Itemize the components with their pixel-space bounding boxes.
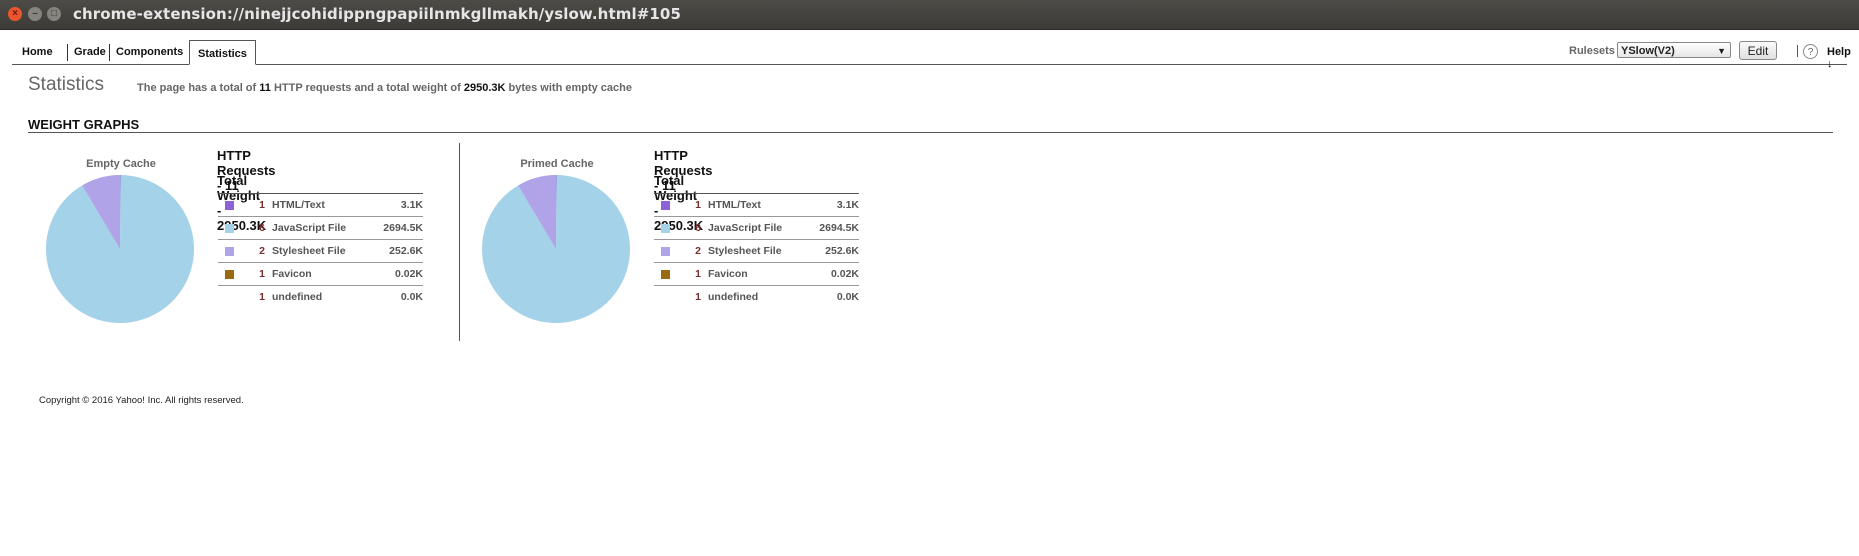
row-size: 3.1K [836,199,859,211]
edit-button[interactable]: Edit [1739,41,1777,60]
tab-components[interactable]: Components [109,44,189,61]
tab-grade[interactable]: Grade [67,44,112,61]
row-size: 3.1K [400,199,423,211]
row-count: 6 [259,222,265,234]
summary-prefix: The page has a total of [137,82,257,94]
row-size: 2694.5K [383,222,423,234]
row-label: JavaScript File [272,222,347,234]
row-count: 1 [695,199,701,211]
minimize-window-icon[interactable]: – [28,7,42,21]
pie-caption: Primed Cache [520,158,594,170]
legend-swatch [225,201,234,210]
row-size: 252.6K [389,245,423,257]
row-size: 0.02K [830,268,859,280]
window-title: chrome-extension://ninejjcohidippngpapii… [73,5,681,23]
row-label: undefined [272,291,323,303]
primed-cache-pie-chart [482,175,630,323]
row-count: 2 [695,245,701,257]
row-count: 1 [695,268,701,280]
table-row: 2 Stylesheet File 252.6K [218,240,423,263]
row-label: JavaScript File [708,222,783,234]
table-row: 1 undefined 0.0K [654,286,859,308]
legend-swatch [661,201,670,210]
table-row: 2 Stylesheet File 252.6K [654,240,859,263]
row-label: HTML/Text [272,199,325,211]
summary-requests: 11 [259,82,271,94]
row-label: Stylesheet File [272,245,346,257]
table-row: 1 undefined 0.0K [218,286,423,308]
legend-swatch [225,247,234,256]
copyright-footer: Copyright © 2016 Yahoo! Inc. All rights … [39,395,244,406]
row-count: 1 [259,268,265,280]
tab-statistics[interactable]: Statistics [189,40,256,65]
row-label: Favicon [708,268,748,280]
tab-bar: Home Grade Components Statistics Ruleset… [12,40,1851,70]
pie-caption: Empty Cache [86,158,156,170]
legend-swatch [661,247,670,256]
rulesets-label: Rulesets [1569,45,1615,57]
summary-suffix: bytes with empty cache [508,82,633,94]
window-titlebar: × – □ chrome-extension://ninejjcohidippn… [0,0,1859,30]
row-count: 2 [259,245,265,257]
legend-swatch [225,224,234,233]
row-label: Favicon [272,268,312,280]
summary-weight: 2950.3K [463,82,506,94]
page-title: Statistics [28,74,105,95]
row-count: 6 [695,222,701,234]
close-window-icon[interactable]: × [8,7,22,21]
help-icon[interactable]: ? [1803,44,1818,59]
table-row: 1 Favicon 0.02K [218,263,423,286]
chevron-down-icon: ▼ [1717,46,1726,56]
table-row: 1 HTML/Text 3.1K [654,194,859,217]
row-size: 0.0K [836,291,859,303]
row-size: 0.0K [400,291,423,303]
stats-summary: The page has a total of 11 HTTP requests… [137,82,632,94]
weight-table: 1 HTML/Text 3.1K 6 JavaScript File 2694.… [654,193,859,308]
maximize-window-icon[interactable]: □ [47,7,61,21]
section-divider [28,132,1833,133]
help-link[interactable]: Help ↓ [1827,46,1851,70]
empty-cache-pie-chart [46,175,194,323]
table-row: 6 JavaScript File 2694.5K [654,217,859,240]
table-row: 6 JavaScript File 2694.5K [218,217,423,240]
row-label: HTML/Text [708,199,761,211]
row-count: 1 [695,291,701,303]
row-label: Stylesheet File [708,245,782,257]
weight-graphs-heading: WEIGHT GRAPHS [28,117,140,132]
panel-divider [459,143,460,341]
row-count: 1 [259,291,265,303]
row-count: 1 [259,199,265,211]
legend-swatch [661,270,670,279]
tab-home[interactable]: Home [16,44,59,61]
table-row: 1 Favicon 0.02K [654,263,859,286]
row-label: undefined [708,291,759,303]
legend-swatch [225,270,234,279]
row-size: 0.02K [394,268,423,280]
weight-table: 1 HTML/Text 3.1K 6 JavaScript File 2694.… [218,193,423,308]
row-size: 252.6K [825,245,859,257]
row-size: 2694.5K [819,222,859,234]
summary-mid: HTTP requests and a total weight of [273,82,461,94]
rulesets-selected-value: YSlow(V2) [1621,45,1675,57]
toolbar-divider [1797,45,1798,57]
legend-swatch [661,224,670,233]
rulesets-select[interactable]: YSlow(V2) ▼ [1617,42,1731,58]
table-row: 1 HTML/Text 3.1K [218,194,423,217]
